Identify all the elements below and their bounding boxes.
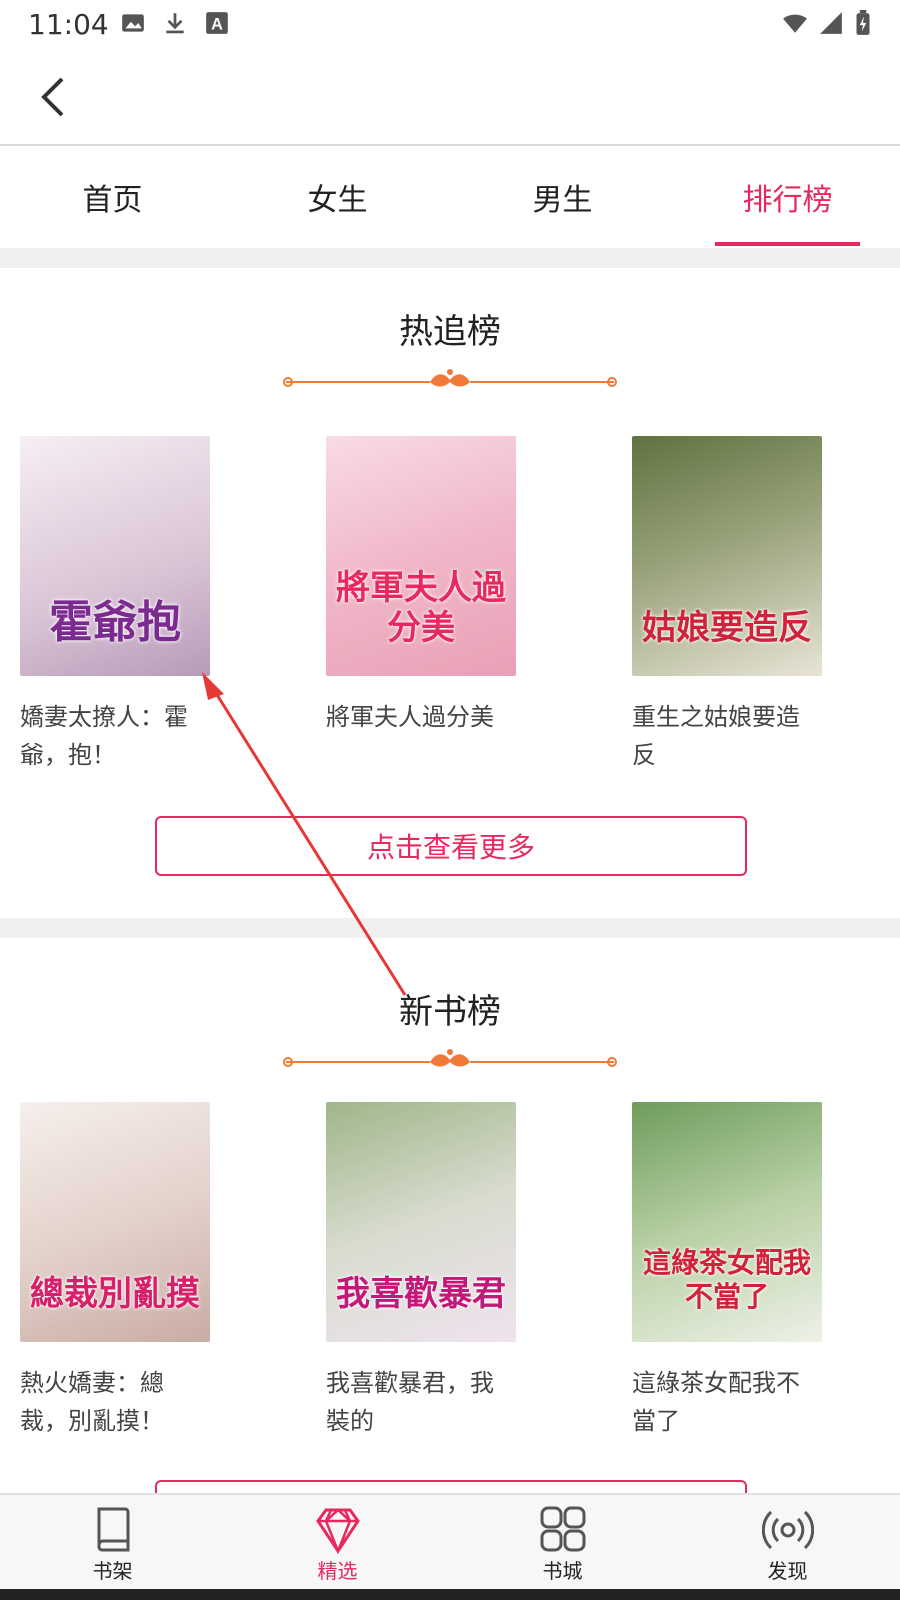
back-button[interactable] [28, 72, 78, 122]
section-title: 新书榜 [399, 992, 501, 1032]
book-card[interactable]: 我喜歡暴君 我喜歡暴君，我裝的 [326, 1102, 516, 1440]
tab-label: 女生 [307, 183, 368, 218]
book-title: 將軍夫人過分美 [326, 703, 494, 731]
book-title: 這綠茶女配我不當了 [632, 1369, 800, 1435]
ornament-divider-icon [283, 369, 617, 387]
book-cover: 總裁別亂摸 [20, 1102, 210, 1342]
broadcast-icon [761, 1510, 814, 1550]
cover-title: 這綠茶女配我不當了 [642, 1246, 811, 1313]
signal-icon [820, 12, 842, 34]
image-icon [122, 14, 144, 32]
download-icon [166, 13, 184, 34]
system-nav-strip [0, 1589, 900, 1600]
grid-icon [540, 1506, 585, 1552]
book-card[interactable]: 霍爺抱 嬌妻太撩人：霍爺，抱！ [20, 436, 210, 774]
chevron-left-icon [41, 77, 64, 117]
nav-label: 书架 [92, 1559, 133, 1583]
category-tabs: 首页 女生 男生 排行榜 [0, 148, 900, 246]
nav-label: 发现 [767, 1559, 808, 1583]
new-books-section: 新书榜 總裁別亂摸 熱火嬌妻：總裁，別亂摸！ 我喜歡暴君 我喜歡暴君，我裝的 這… [0, 938, 900, 1520]
ornament-divider-icon [283, 1049, 617, 1067]
font-icon: A [206, 12, 228, 34]
tab-home[interactable]: 首页 [0, 148, 225, 246]
diamond-icon [315, 1508, 360, 1555]
book-title: 重生之姑娘要造反 [632, 703, 800, 769]
cover-title: 霍爺抱 [49, 597, 181, 648]
book-title: 我喜歡暴君，我裝的 [326, 1369, 494, 1435]
cover-title: 總裁別亂摸 [30, 1274, 200, 1314]
nav-label: 精选 [317, 1559, 358, 1583]
tab-active-indicator [715, 242, 860, 246]
status-time: 11:04 [28, 8, 109, 41]
battery-icon [856, 10, 870, 35]
book-title: 熱火嬌妻：總裁，別亂摸！ [20, 1369, 164, 1435]
top-bar [0, 50, 900, 146]
book-cover: 我喜歡暴君 [326, 1102, 516, 1342]
book-card[interactable]: 這綠茶女配我不當了 這綠茶女配我不當了 [632, 1102, 822, 1440]
bottom-nav: 书架 精选 书城 发现 [0, 1493, 900, 1589]
hot-ranking-section: 热追榜 霍爺抱 嬌妻太撩人：霍爺，抱！ 將軍夫人過分美 將軍夫人過分美 姑娘要造… [0, 268, 900, 918]
book-cover: 姑娘要造反 [632, 436, 822, 676]
book-cover: 這綠茶女配我不當了 [632, 1102, 822, 1342]
book-card[interactable]: 姑娘要造反 重生之姑娘要造反 [632, 436, 822, 774]
svg-text:A: A [211, 16, 223, 34]
book-card[interactable]: 總裁別亂摸 熱火嬌妻：總裁，別亂摸！ [20, 1102, 210, 1440]
tab-male[interactable]: 男生 [450, 148, 675, 246]
book-icon [97, 1507, 129, 1552]
nav-featured[interactable]: 精选 [225, 1495, 450, 1589]
cover-title: 姑娘要造反 [642, 608, 812, 648]
section-title: 热追榜 [399, 312, 501, 352]
book-card[interactable]: 將軍夫人過分美 將軍夫人過分美 [326, 436, 516, 736]
book-title: 嬌妻太撩人：霍爺，抱！ [20, 703, 188, 769]
tab-label: 男生 [532, 183, 593, 218]
view-more-button[interactable]: 点击查看更多 [155, 816, 747, 876]
wifi-icon [783, 14, 807, 33]
book-cover: 將軍夫人過分美 [326, 436, 516, 676]
status-bar: 11:04 A [0, 0, 900, 50]
tab-label: 排行榜 [742, 183, 833, 218]
tab-female[interactable]: 女生 [225, 148, 450, 246]
section-divider [0, 918, 900, 938]
tab-ranking[interactable]: 排行榜 [675, 148, 900, 246]
book-cover: 霍爺抱 [20, 436, 210, 676]
nav-label: 书城 [542, 1559, 583, 1583]
section-divider [0, 248, 900, 268]
nav-bookshelf[interactable]: 书架 [0, 1495, 225, 1589]
cover-title: 我喜歡暴君 [336, 1274, 506, 1314]
nav-discover[interactable]: 发现 [675, 1495, 900, 1589]
cover-title: 將軍夫人過分美 [336, 568, 506, 648]
nav-bookstore[interactable]: 书城 [450, 1495, 675, 1589]
tab-label: 首页 [82, 183, 143, 218]
